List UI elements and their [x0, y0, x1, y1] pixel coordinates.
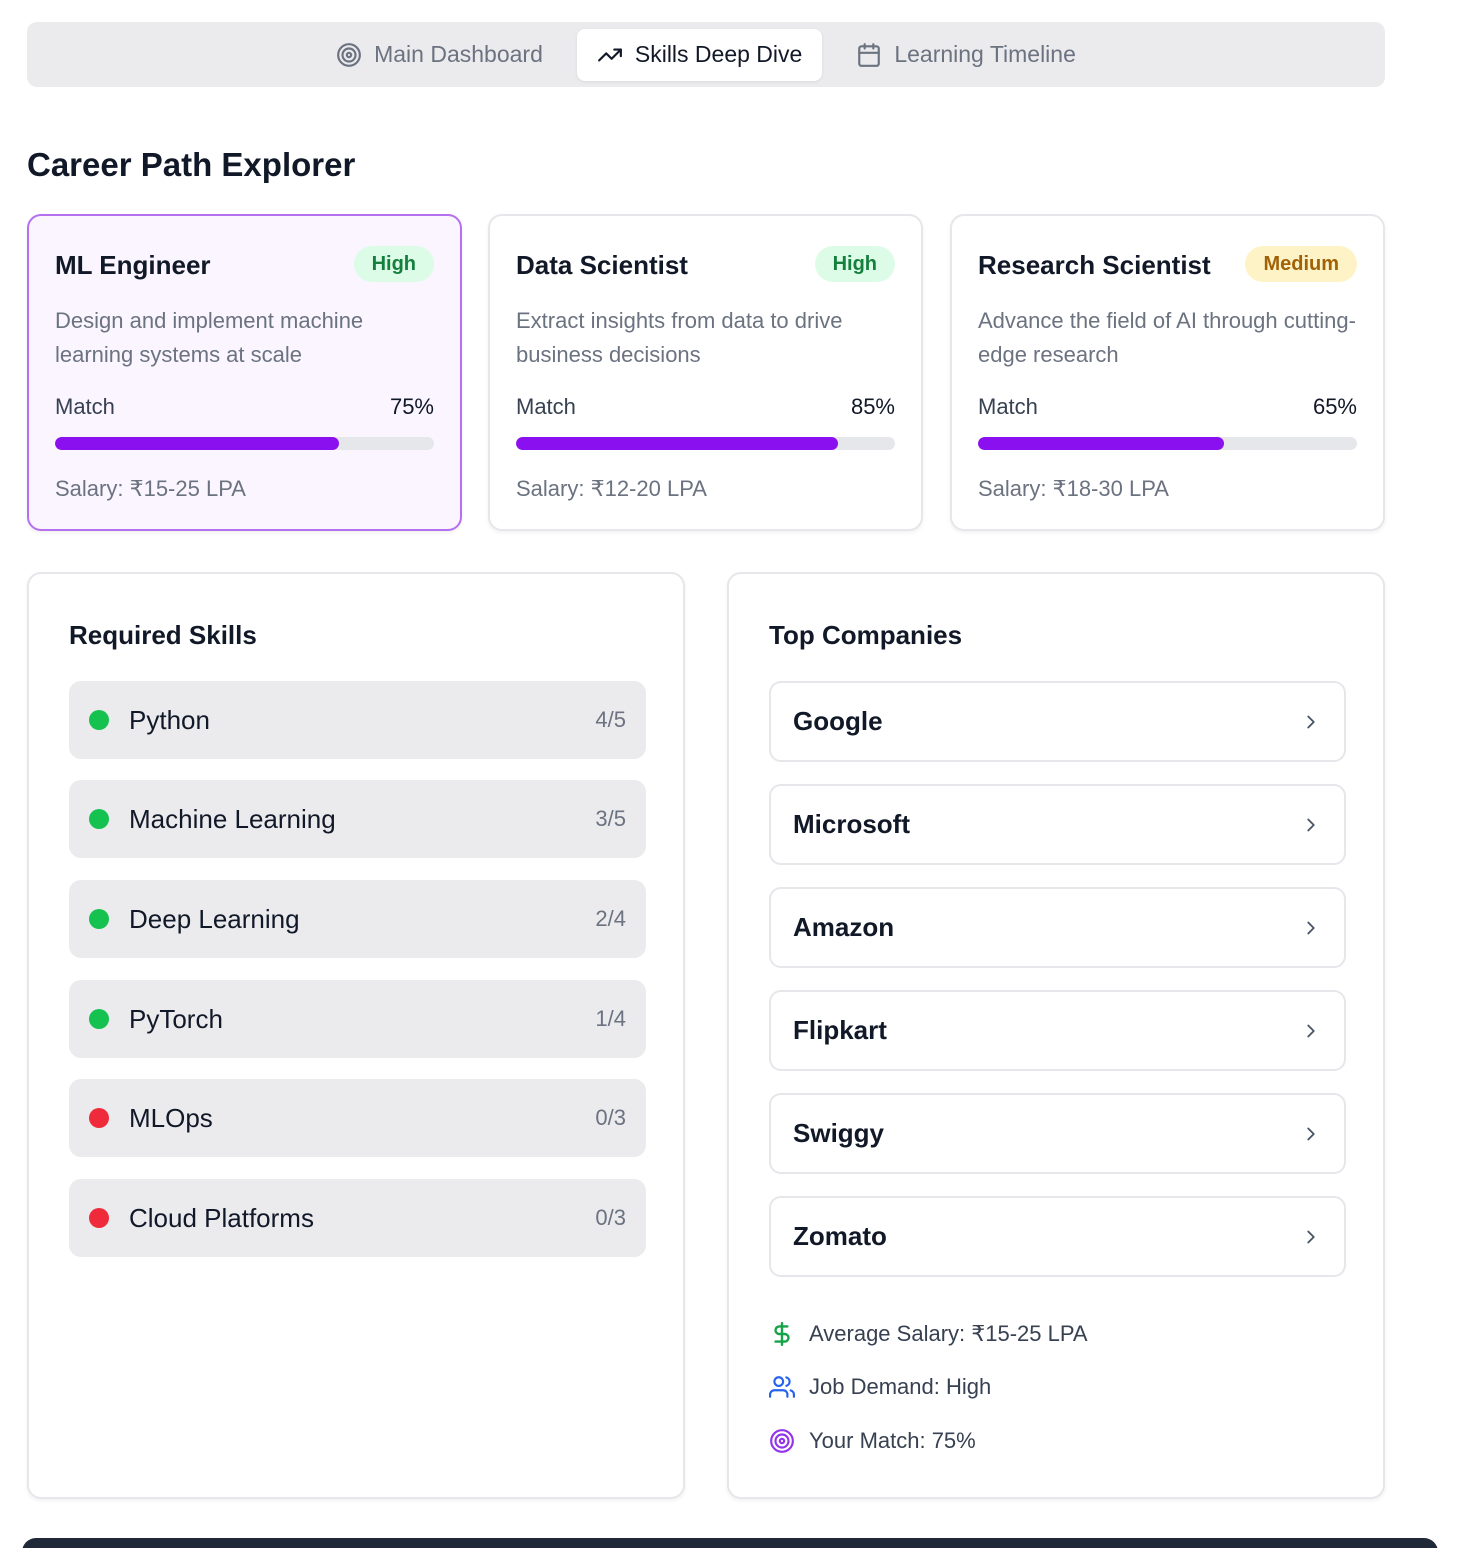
dollar-icon: [774, 1321, 790, 1347]
career-description: Advance the field of AI through cutting-…: [978, 308, 1356, 367]
match-progress-bar: [55, 437, 434, 450]
chevron-right-icon: [1307, 921, 1315, 934]
match-progress-fill: [978, 437, 1225, 450]
company-name: Amazon: [793, 912, 895, 942]
skill-row: PyTorch 1/4: [69, 980, 646, 1058]
match-label: Match: [516, 394, 576, 419]
career-description: Design and implement machine learning sy…: [55, 308, 364, 367]
status-dot: [89, 1208, 109, 1228]
company-name: Flipkart: [793, 1015, 887, 1045]
demand-badge: Medium: [1245, 246, 1357, 282]
stat-text: Your Match: 75%: [809, 1428, 976, 1453]
skill-level: 3/5: [595, 806, 626, 831]
skill-level: 0/3: [595, 1205, 626, 1230]
tab-skills-deep-dive[interactable]: Skills Deep Dive: [576, 28, 823, 81]
skill-row: Cloud Platforms 0/3: [69, 1179, 646, 1257]
match-label: Match: [978, 394, 1038, 419]
tab-label: Skills Deep Dive: [634, 41, 803, 67]
skill-name: Cloud Platforms: [129, 1202, 314, 1233]
skill-row: Machine Learning 3/5: [69, 780, 646, 858]
career-cards: ML Engineer High Design and implement ma…: [27, 214, 1385, 531]
skill-level: 2/4: [595, 906, 626, 931]
target-icon: [337, 42, 362, 67]
company-item[interactable]: Swiggy: [769, 1093, 1346, 1174]
status-dot: [89, 809, 109, 829]
status-dot: [89, 710, 109, 730]
chevron-right-icon: [1307, 1127, 1315, 1140]
company-name: Swiggy: [793, 1118, 885, 1148]
chevron-right-icon: [1307, 818, 1315, 831]
tab-bar: Main Dashboard Skills Deep Dive Learning…: [27, 22, 1385, 87]
skill-name: Deep Learning: [129, 903, 300, 934]
skill-name: MLOps: [129, 1102, 213, 1133]
career-card-ml-engineer[interactable]: ML Engineer High Design and implement ma…: [27, 214, 462, 531]
company-name: Zomato: [793, 1221, 887, 1251]
skill-level: 0/3: [595, 1105, 626, 1130]
demand-badge: High: [353, 246, 434, 282]
target-icon: [770, 1429, 794, 1453]
chevron-right-icon: [1307, 1230, 1315, 1243]
career-description: Extract insights from data to drive busi…: [516, 308, 843, 367]
skill-level: 4/5: [595, 707, 626, 732]
users-icon: [769, 1376, 795, 1398]
page-title: Career Path Explorer: [27, 146, 356, 183]
tab-label: Learning Timeline: [894, 41, 1076, 67]
page: Main Dashboard Skills Deep Dive Learning…: [0, 0, 1460, 1548]
skill-level: 1/4: [595, 1006, 626, 1031]
tab-label: Main Dashboard: [374, 41, 543, 67]
match-label: Match: [55, 394, 115, 419]
salary-text: Salary: ₹15-25 LPA: [55, 476, 246, 501]
demand-badge: High: [814, 246, 895, 282]
match-progress-fill: [516, 437, 839, 450]
chevron-right-icon: [1307, 715, 1315, 728]
your-match-stat: Your Match: 75%: [769, 1428, 976, 1454]
salary-text: Salary: ₹12-20 LPA: [516, 476, 707, 501]
match-progress-bar: [516, 437, 895, 450]
job-demand-stat: Job Demand: High: [769, 1374, 991, 1400]
top-companies-panel: Top Companies Google Microsoft Amazon Fl…: [727, 572, 1385, 1499]
stat-text: Average Salary: ₹15-25 LPA: [809, 1321, 1088, 1346]
chevron-right-icon: [1307, 1024, 1315, 1037]
status-dot: [89, 1009, 109, 1029]
calendar-icon: [858, 42, 881, 67]
company-item[interactable]: Google: [769, 681, 1346, 762]
skill-name: Python: [129, 704, 210, 735]
panel-title: Top Companies: [769, 620, 963, 650]
trending-up-icon: [597, 48, 622, 61]
skill-name: PyTorch: [129, 1003, 223, 1034]
company-item[interactable]: Amazon: [769, 887, 1346, 968]
match-progress-bar: [978, 437, 1357, 450]
tab-main-dashboard[interactable]: Main Dashboard: [316, 29, 563, 81]
skill-row: MLOps 0/3: [69, 1079, 646, 1157]
panel-title: Required Skills: [69, 620, 257, 650]
bottom-bar: [22, 1538, 1438, 1548]
company-item[interactable]: Zomato: [769, 1196, 1346, 1277]
company-name: Google: [793, 706, 883, 736]
match-value: 65%: [1312, 394, 1357, 419]
tab-learning-timeline[interactable]: Learning Timeline: [836, 29, 1096, 81]
match-progress-fill: [55, 437, 340, 450]
company-item[interactable]: Microsoft: [769, 784, 1346, 865]
career-card-research-scientist[interactable]: Research Scientist Medium Advance the fi…: [950, 214, 1385, 531]
average-salary-stat: Average Salary: ₹15-25 LPA: [769, 1321, 1088, 1347]
skill-row: Python 4/5: [69, 681, 646, 759]
stat-text: Job Demand: High: [809, 1374, 992, 1399]
status-dot: [89, 1108, 109, 1128]
career-name: Research Scientist: [978, 250, 1211, 280]
company-item[interactable]: Flipkart: [769, 990, 1346, 1071]
career-name: ML Engineer: [55, 250, 211, 280]
match-value: 85%: [850, 394, 895, 419]
status-dot: [89, 909, 109, 929]
company-name: Microsoft: [793, 809, 910, 839]
required-skills-panel: Required Skills Python 4/5 Machine Learn…: [27, 572, 685, 1499]
skill-name: Machine Learning: [129, 803, 336, 834]
career-card-data-scientist[interactable]: Data Scientist High Extract insights fro…: [488, 214, 923, 531]
career-name: Data Scientist: [516, 250, 688, 280]
skill-row: Deep Learning 2/4: [69, 880, 646, 958]
salary-text: Salary: ₹18-30 LPA: [978, 476, 1169, 501]
match-value: 75%: [389, 394, 434, 419]
